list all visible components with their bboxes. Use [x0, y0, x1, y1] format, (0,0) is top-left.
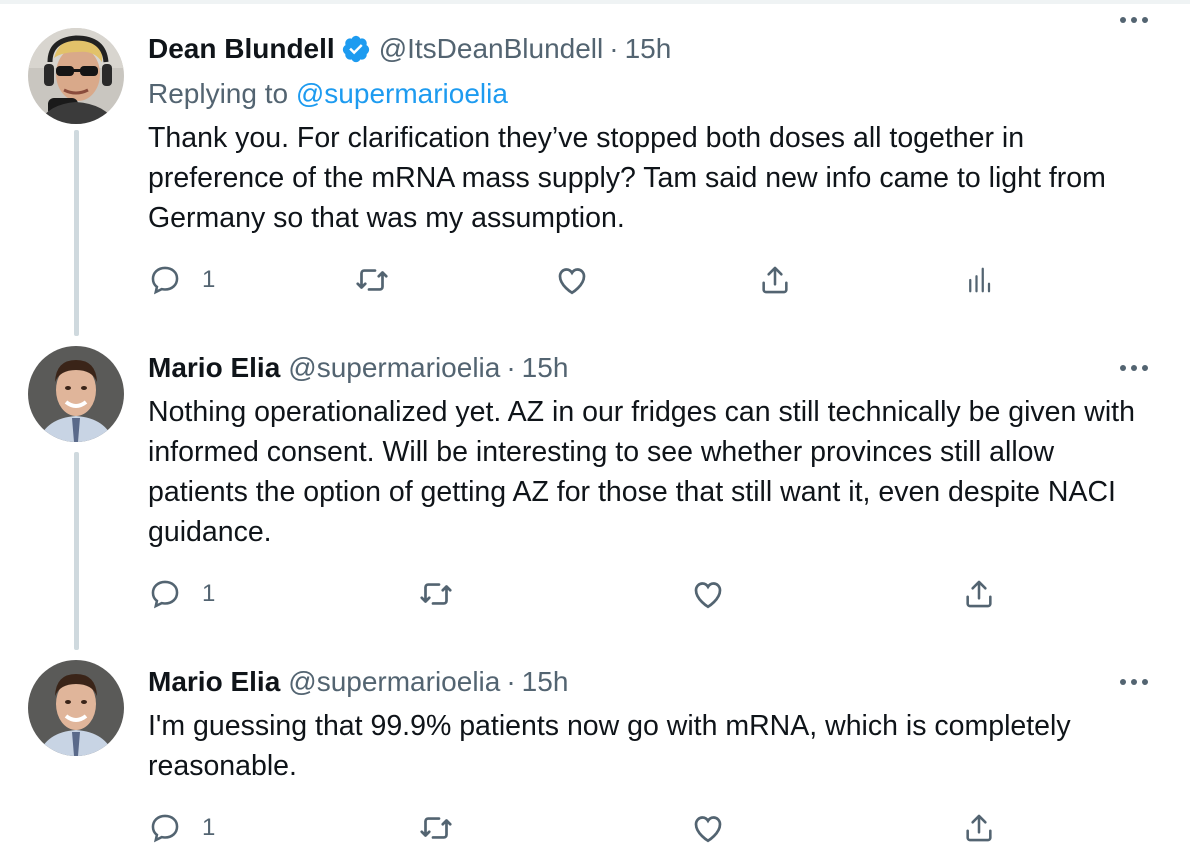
analytics-icon	[969, 267, 991, 293]
tweet-actions: 1	[148, 260, 1148, 300]
share-button[interactable]	[758, 260, 792, 300]
tweet-actions: 1	[148, 808, 1148, 848]
share-icon	[966, 814, 992, 842]
like-icon	[694, 816, 722, 843]
tweet-header: Mario Elia @supermarioelia · 15h	[148, 348, 568, 388]
reply-icon	[151, 814, 179, 843]
author-name[interactable]: Mario Elia	[148, 666, 280, 698]
author-handle[interactable]: @supermarioelia	[288, 352, 500, 384]
avatar-dean-blundell[interactable]	[28, 28, 124, 124]
more-icon	[1120, 679, 1148, 685]
like-icon	[694, 582, 722, 609]
retweet-button[interactable]	[418, 574, 454, 614]
separator-dot: ·	[609, 33, 619, 64]
thread-line	[74, 130, 79, 336]
analytics-button[interactable]	[964, 260, 994, 300]
share-icon	[966, 580, 992, 608]
share-button[interactable]	[962, 574, 996, 614]
more-icon	[1120, 365, 1148, 371]
more-options-button[interactable]	[1114, 670, 1154, 694]
reply-count: 1	[202, 266, 216, 293]
tweet-timestamp[interactable]: 15h	[625, 33, 672, 65]
reply-count: 1	[202, 580, 216, 607]
share-icon	[762, 266, 788, 294]
reply-button[interactable]: 1	[148, 260, 215, 300]
reply-icon	[151, 580, 179, 609]
author-handle[interactable]: @supermarioelia	[288, 666, 500, 698]
tweet-timestamp[interactable]: 15h	[522, 666, 569, 698]
tweet-text: Nothing operationalized yet. AZ in our f…	[148, 396, 1135, 548]
like-button[interactable]	[690, 808, 726, 848]
more-options-button[interactable]	[1114, 356, 1154, 380]
author-handle[interactable]: @ItsDeanBlundell	[379, 33, 604, 65]
tweet-header: Mario Elia @supermarioelia · 15h	[148, 662, 568, 702]
reply-icon	[151, 266, 179, 295]
top-divider	[0, 0, 1190, 4]
reply-count: 1	[202, 814, 216, 841]
replying-to-label: Replying to	[148, 78, 296, 109]
tweet-timestamp[interactable]: 15h	[522, 352, 569, 384]
author-name[interactable]: Mario Elia	[148, 352, 280, 384]
avatar-mario-elia[interactable]	[28, 346, 124, 442]
share-button[interactable]	[962, 808, 996, 848]
avatar-mario-elia[interactable]	[28, 660, 124, 756]
replying-to: Replying to @supermarioelia	[148, 78, 508, 110]
tweet-text: I'm guessing that 99.9% patients now go …	[148, 710, 1071, 782]
like-button[interactable]	[690, 574, 726, 614]
retweet-button[interactable]	[354, 260, 390, 300]
thread-line	[74, 452, 79, 650]
reply-button[interactable]: 1	[148, 574, 215, 614]
retweet-icon	[420, 583, 452, 605]
more-icon	[1120, 17, 1148, 23]
reply-button[interactable]: 1	[148, 808, 215, 848]
like-icon	[558, 268, 586, 295]
author-name[interactable]: Dean Blundell	[148, 33, 335, 65]
tweet-header: Dean Blundell @ItsDeanBlundell · 15h	[148, 29, 671, 69]
verified-badge-icon	[341, 34, 371, 64]
more-options-button[interactable]	[1114, 8, 1154, 32]
tweet-text: Thank you. For clarification they’ve sto…	[148, 122, 1106, 234]
retweet-icon	[356, 269, 388, 291]
separator-dot: ·	[506, 352, 516, 383]
replying-to-link[interactable]: @supermarioelia	[296, 78, 508, 109]
like-button[interactable]	[554, 260, 590, 300]
separator-dot: ·	[506, 666, 516, 697]
tweet-actions: 1	[148, 574, 1148, 614]
retweet-button[interactable]	[418, 808, 454, 848]
retweet-icon	[420, 817, 452, 839]
